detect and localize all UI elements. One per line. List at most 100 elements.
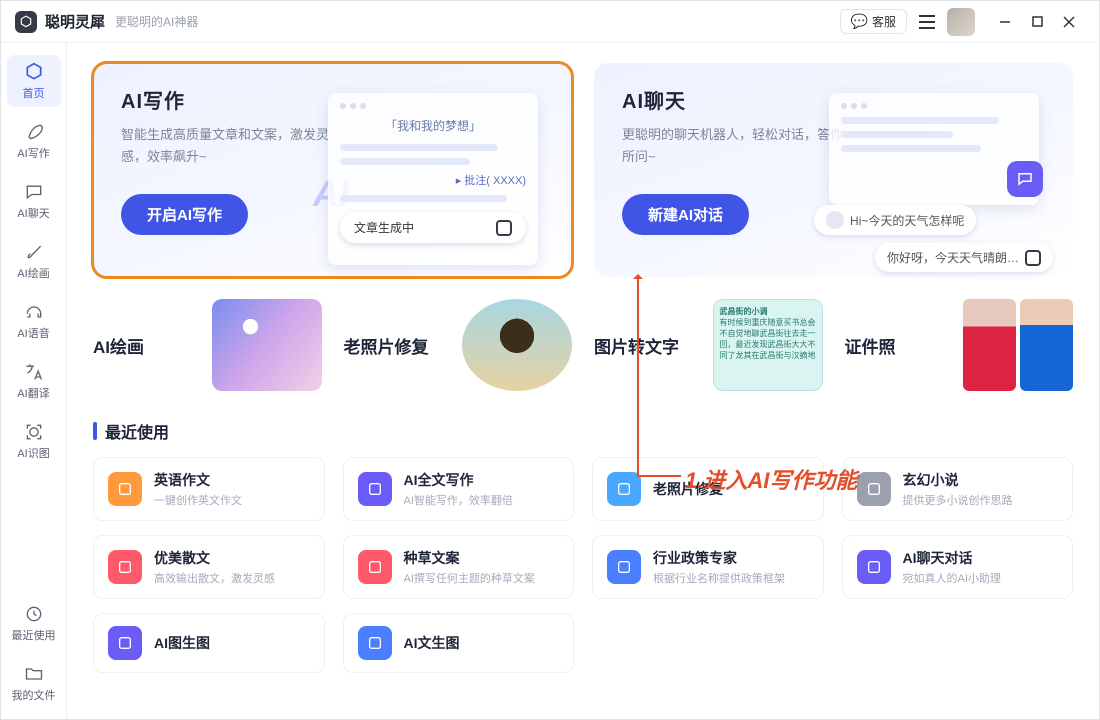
card-icon [108, 472, 142, 506]
folder-icon [23, 663, 45, 685]
card-subtitle: AI撰写任何主题的种草文案 [404, 570, 560, 586]
tile-ocr[interactable]: 图片转文字 武昌街的小调 有时候到重庆随意买书总会不自觉地聊武昌街往去走一回，最… [594, 299, 823, 391]
app-brand: 聪明灵犀 [45, 11, 105, 32]
hamburger-menu-button[interactable] [917, 12, 937, 32]
card-title: 英语作文 [154, 470, 310, 490]
user-mini-avatar-icon [826, 211, 844, 229]
recent-card[interactable]: AI图生图 [93, 613, 325, 673]
sidebar-item-vision[interactable]: AI识图 [7, 415, 61, 467]
customer-service-label: 客服 [872, 13, 896, 30]
hex-logo-icon [1025, 250, 1041, 266]
chat-icon [23, 181, 45, 203]
tile-thumb [963, 299, 1073, 391]
window-minimize-button[interactable] [989, 6, 1021, 38]
sidebar: 首页 AI写作 AI聊天 AI绘画 AI语音 AI翻译 AI识图 最 [1, 43, 67, 719]
recent-section: 最近使用 英语作文一键创作英文作文AI全文写作AI智能写作，效率翻倍老照片修复玄… [93, 419, 1073, 673]
headphones-icon [23, 301, 45, 323]
card-icon [857, 550, 891, 584]
chat-fab-icon [1007, 161, 1043, 197]
card-icon [857, 472, 891, 506]
recent-card[interactable]: 优美散文高效输出散文，激发灵感 [93, 535, 325, 599]
recent-card[interactable]: AI文生图 [343, 613, 575, 673]
annotation-text: 1.进入AI写作功能 [685, 463, 857, 495]
recent-card[interactable]: AI聊天对话宛如真人的AI小助理 [842, 535, 1074, 599]
card-icon [108, 550, 142, 584]
tile-title: 老照片修复 [344, 333, 429, 358]
mock-note: ▸ 批注( XXXX) [340, 172, 526, 188]
hero-title: AI写作 [121, 85, 343, 114]
sidebar-item-label: 首页 [23, 85, 45, 101]
app-tagline: 更聪明的AI神器 [115, 13, 198, 30]
card-title: 行业政策专家 [653, 548, 809, 568]
recent-card[interactable]: AI全文写作AI智能写作，效率翻倍 [343, 457, 575, 521]
user-avatar[interactable] [947, 8, 975, 36]
tile-photo-restore[interactable]: 老照片修复 [344, 299, 573, 391]
generating-pill: 文章生成中 [340, 212, 526, 243]
chat-user-text: Hi~今天的天气怎样呢 [850, 212, 964, 229]
recent-card[interactable]: 英语作文一键创作英文作文 [93, 457, 325, 521]
sidebar-item-label: AI聊天 [17, 205, 49, 221]
card-icon [358, 550, 392, 584]
card-title: 优美散文 [154, 548, 310, 568]
card-title: 种草文案 [404, 548, 560, 568]
chat-user-bubble: Hi~今天的天气怎样呢 [814, 205, 976, 235]
window-maximize-button[interactable] [1021, 6, 1053, 38]
ocr-sample-title: 武昌街的小调 [720, 307, 768, 316]
sidebar-item-draw[interactable]: AI绘画 [7, 235, 61, 287]
scan-icon [23, 421, 45, 443]
card-icon [108, 626, 142, 660]
chat-ai-text: 你好呀，今天天气晴朗… [887, 249, 1019, 266]
card-title: AI聊天对话 [903, 548, 1059, 568]
section-accent-bar [93, 422, 97, 440]
card-subtitle: 宛如真人的AI小助理 [903, 570, 1059, 586]
card-icon [358, 472, 392, 506]
hero-ai-write[interactable]: AI写作 智能生成高质量文章和文案，激发灵感，效率飙升~ 开启AI写作 AI 「… [93, 63, 572, 277]
card-subtitle: AI智能写作，效率翻倍 [404, 492, 560, 508]
sidebar-item-voice[interactable]: AI语音 [7, 295, 61, 347]
customer-service-button[interactable]: 💬 客服 [840, 9, 907, 34]
sidebar-item-label: AI语音 [17, 325, 49, 341]
main-content: AI写作 智能生成高质量文章和文案，激发灵感，效率飙升~ 开启AI写作 AI 「… [67, 43, 1099, 719]
sidebar-item-chat[interactable]: AI聊天 [7, 175, 61, 227]
mock-doc-title: 「我和我的梦想」 [340, 117, 526, 134]
card-icon [607, 550, 641, 584]
card-title: AI文生图 [404, 633, 560, 653]
home-icon [23, 61, 45, 83]
sidebar-item-label: 我的文件 [12, 687, 56, 703]
sidebar-item-translate[interactable]: AI翻译 [7, 355, 61, 407]
start-ai-write-button[interactable]: 开启AI写作 [121, 194, 248, 235]
tile-title: 证件照 [845, 333, 896, 358]
title-bar: 聪明灵犀 更聪明的AI神器 💬 客服 [1, 1, 1099, 43]
hero-desc: 智能生成高质量文章和文案，激发灵感，效率飙升~ [121, 124, 343, 168]
sidebar-item-label: 最近使用 [12, 627, 56, 643]
sidebar-item-files[interactable]: 我的文件 [7, 657, 61, 709]
sidebar-item-label: AI翻译 [17, 385, 49, 401]
card-subtitle: 提供更多小说创作思路 [903, 492, 1059, 508]
card-icon [607, 472, 641, 506]
sidebar-item-label: AI识图 [17, 445, 49, 461]
ocr-sample-body: 有时候到重庆随意买书总会不自觉地聊武昌街往去走一回，最近发现武昌街大大不同了龙其… [720, 318, 816, 360]
tile-id-photo[interactable]: 证件照 [845, 299, 1074, 391]
recent-card[interactable]: 玄幻小说提供更多小说创作思路 [842, 457, 1074, 521]
annotation-arrow [637, 277, 639, 477]
sidebar-item-home[interactable]: 首页 [7, 55, 61, 107]
recent-card[interactable]: 种草文案 AI撰写任何主题的种草文案 [343, 535, 575, 599]
generating-label: 文章生成中 [354, 219, 414, 236]
app-logo [15, 11, 37, 33]
translate-icon [23, 361, 45, 383]
window-close-button[interactable] [1053, 6, 1085, 38]
new-ai-chat-button[interactable]: 新建AI对话 [622, 194, 749, 235]
tile-thumb [462, 299, 572, 391]
hero-ai-chat[interactable]: AI聊天 更聪明的聊天机器人，轻松对话，答你所问~ 新建AI对话 [594, 63, 1073, 277]
card-subtitle: 高效输出散文，激发灵感 [154, 570, 310, 586]
sidebar-item-recent[interactable]: 最近使用 [7, 597, 61, 649]
tile-thumb [212, 299, 322, 391]
brush-icon [23, 241, 45, 263]
chat-bubble-icon: 💬 [851, 13, 868, 30]
card-title: 玄幻小说 [903, 470, 1059, 490]
recent-card[interactable]: 行业政策专家根据行业名称提供政策框架 [592, 535, 824, 599]
hero-desc: 更聪明的聊天机器人，轻松对话，答你所问~ [622, 124, 844, 168]
sidebar-item-write[interactable]: AI写作 [7, 115, 61, 167]
tile-ai-draw[interactable]: AI绘画 [93, 299, 322, 391]
tile-title: AI绘画 [93, 333, 144, 358]
